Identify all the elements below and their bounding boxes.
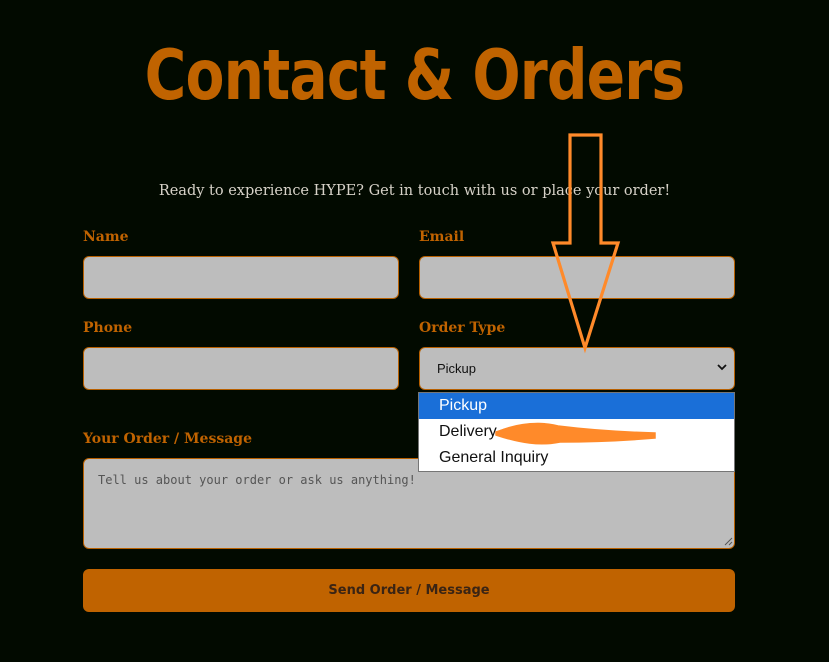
email-label: Email — [419, 229, 465, 245]
resize-grip-icon[interactable] — [724, 537, 733, 546]
send-order-button[interactable]: Send Order / Message — [83, 569, 735, 612]
order-type-option-delivery[interactable]: Delivery — [419, 419, 734, 445]
chevron-down-icon — [717, 364, 727, 371]
order-type-option-pickup[interactable]: Pickup — [419, 393, 734, 419]
order-type-dropdown-list: Pickup Delivery General Inquiry — [418, 392, 735, 472]
order-type-select[interactable]: Pickup — [419, 347, 735, 390]
order-type-option-general-inquiry[interactable]: General Inquiry — [419, 445, 734, 471]
name-input[interactable] — [83, 256, 399, 299]
email-input[interactable] — [419, 256, 735, 299]
name-label: Name — [83, 229, 129, 245]
phone-input[interactable] — [83, 347, 399, 390]
order-type-selected-value: Pickup — [437, 361, 477, 376]
page-subtitle: Ready to experience HYPE? Get in touch w… — [158, 183, 671, 199]
phone-label: Phone — [83, 320, 133, 336]
message-label: Your Order / Message — [83, 431, 252, 447]
order-type-label: Order Type — [419, 320, 506, 336]
page-title: Contact & Orders — [144, 35, 686, 116]
down-arrow-icon — [550, 133, 621, 354]
